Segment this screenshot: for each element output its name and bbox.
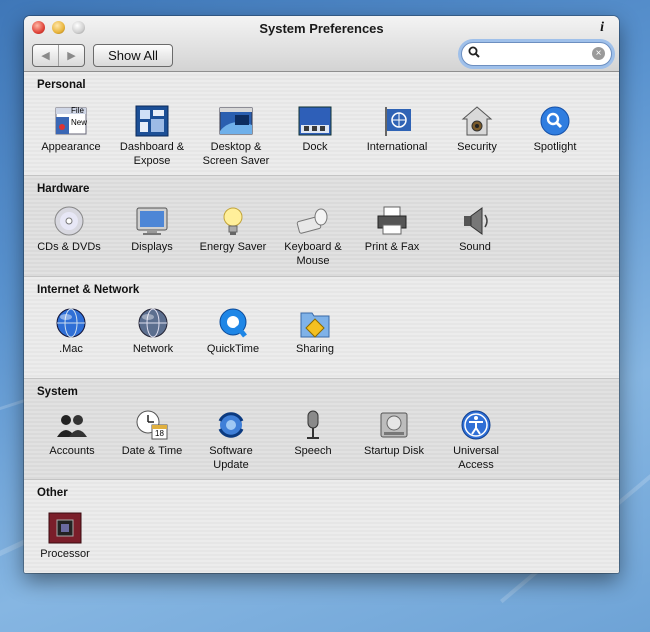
- section-title: Personal: [37, 79, 86, 91]
- pane-label: Dashboard & Expose: [119, 141, 185, 167]
- pane-label: .Mac: [59, 343, 83, 355]
- pane-label: Startup Disk: [364, 445, 424, 457]
- pane-displays[interactable]: Displays: [112, 205, 192, 254]
- search-field[interactable]: ×: [461, 42, 612, 66]
- pane-international[interactable]: International: [357, 105, 437, 154]
- new-menu-text: New: [71, 118, 88, 127]
- pane-label: Accounts: [49, 445, 95, 457]
- pane-print-fax[interactable]: Print & Fax: [352, 205, 432, 254]
- pane-processor[interactable]: Processor: [25, 512, 105, 561]
- forward-arrow-icon: ▶: [67, 50, 76, 62]
- pane-keyboard-mouse[interactable]: Keyboard & Mouse: [273, 205, 353, 268]
- pane-security[interactable]: Security: [437, 105, 517, 154]
- section-other: Other Processor: [24, 479, 619, 573]
- pane-network[interactable]: Network: [113, 307, 193, 356]
- pane-label: Print & Fax: [364, 241, 420, 253]
- pane-cds-dvds[interactable]: CDs & DVDs: [29, 205, 109, 254]
- dashboard-icon: [135, 105, 169, 137]
- dotmac-icon: [54, 307, 88, 339]
- pane-dock[interactable]: Dock: [275, 105, 355, 154]
- universal-access-icon: [459, 409, 493, 441]
- processor-icon: [48, 512, 82, 544]
- forward-button[interactable]: ▶: [58, 45, 84, 66]
- pane-accounts[interactable]: Accounts: [32, 409, 112, 458]
- pane-spotlight[interactable]: Spotlight: [515, 105, 595, 154]
- pane-label: Energy Saver: [199, 241, 267, 253]
- speech-icon: [296, 409, 330, 441]
- pane-software-update[interactable]: Software Update: [191, 409, 271, 472]
- pane-date-time[interactable]: 18 Date & Time: [112, 409, 192, 458]
- pane-label: Speech: [294, 445, 332, 457]
- pane-label: Security: [457, 141, 497, 153]
- startup-disk-icon: [377, 409, 411, 441]
- toolbar: System Preferences i ◀ ▶ Show All ×: [24, 16, 619, 72]
- pane-label: Keyboard & Mouse: [284, 241, 342, 267]
- pane-label: Sharing: [296, 343, 334, 355]
- section-system: System Accounts 18 Date & Time Software …: [24, 378, 619, 479]
- printer-icon: [375, 205, 409, 237]
- network-icon: [136, 307, 170, 339]
- pane-label: Software Update: [209, 445, 253, 471]
- back-forward-control: ◀ ▶: [32, 44, 85, 67]
- energy-saver-icon: [216, 205, 250, 237]
- pane-desktop-screen-saver[interactable]: Desktop & Screen Saver: [196, 105, 276, 168]
- system-preferences-window: System Preferences i ◀ ▶ Show All × Pers…: [24, 16, 619, 573]
- pane-speech[interactable]: Speech: [273, 409, 353, 458]
- pane-label: Network: [132, 343, 174, 355]
- show-all-button[interactable]: Show All: [93, 44, 173, 67]
- back-button[interactable]: ◀: [33, 45, 58, 66]
- pane-dotmac[interactable]: .Mac: [31, 307, 111, 356]
- security-icon: [460, 105, 494, 137]
- pane-appearance[interactable]: File New Appearance: [31, 105, 111, 154]
- pane-label: Dock: [302, 141, 328, 153]
- pane-label: Displays: [131, 241, 173, 253]
- software-update-icon: [214, 409, 248, 441]
- back-arrow-icon: ◀: [41, 50, 50, 62]
- search-icon: [468, 46, 480, 61]
- international-icon: [380, 105, 414, 137]
- pane-label: Universal Access: [453, 445, 499, 471]
- file-menu-text: File: [71, 106, 84, 115]
- sound-icon: [458, 205, 492, 237]
- pane-startup-disk[interactable]: Startup Disk: [354, 409, 434, 458]
- toolbar-toggle-icon[interactable]: i: [600, 20, 604, 36]
- section-title: Hardware: [37, 183, 90, 195]
- displays-icon: [135, 205, 169, 237]
- section-hardware: Hardware CDs & DVDs Displays Energy Save…: [24, 175, 619, 276]
- accounts-icon: [55, 409, 89, 441]
- pane-universal-access[interactable]: Universal Access: [436, 409, 516, 472]
- dock-icon: [298, 105, 332, 137]
- pane-label: Date & Time: [121, 445, 183, 457]
- pane-label: QuickTime: [206, 343, 260, 355]
- section-internet-network: Internet & Network .Mac Network QuickTim…: [24, 276, 619, 378]
- pane-sharing[interactable]: Sharing: [275, 307, 355, 356]
- section-title: System: [37, 386, 78, 398]
- pane-label: Sound: [459, 241, 491, 253]
- pane-label: Processor: [40, 548, 90, 560]
- pane-label: Desktop & Screen Saver: [202, 141, 270, 167]
- date-time-icon: 18: [135, 409, 169, 441]
- desktop-icon: [219, 105, 253, 137]
- clear-search-icon[interactable]: ×: [592, 47, 605, 60]
- keyboard-mouse-icon: [296, 205, 330, 237]
- section-title: Internet & Network: [37, 284, 140, 296]
- calendar-day-text: 18: [155, 429, 164, 438]
- section-title: Other: [37, 487, 68, 499]
- pane-sound[interactable]: Sound: [435, 205, 515, 254]
- pane-label: Spotlight: [533, 141, 577, 153]
- pane-dashboard[interactable]: Dashboard & Expose: [112, 105, 192, 168]
- search-input[interactable]: [484, 45, 588, 63]
- window-title: System Preferences: [259, 21, 384, 36]
- pane-label: CDs & DVDs: [37, 241, 101, 253]
- appearance-icon: File New: [54, 105, 88, 137]
- cd-dvd-icon: [52, 205, 86, 237]
- quicktime-icon: [216, 307, 250, 339]
- section-personal: Personal File New Appearance Dashboard &…: [24, 72, 619, 174]
- spotlight-icon: [538, 105, 572, 137]
- pane-label: International: [366, 141, 428, 153]
- pane-label: Appearance: [41, 141, 101, 153]
- sharing-icon: [298, 307, 332, 339]
- pane-energy-saver[interactable]: Energy Saver: [193, 205, 273, 254]
- pane-quicktime[interactable]: QuickTime: [193, 307, 273, 356]
